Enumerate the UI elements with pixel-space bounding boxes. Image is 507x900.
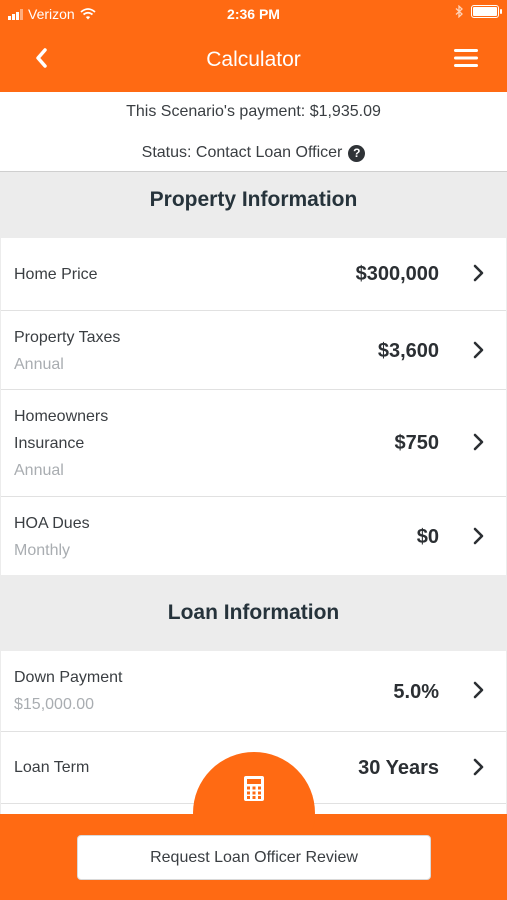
status-bar: Verizon 2:36 PM	[0, 0, 507, 28]
request-review-button[interactable]: Request Loan Officer Review	[77, 835, 431, 880]
help-icon[interactable]: ?	[348, 144, 366, 162]
page-title: Calculator	[206, 48, 301, 71]
loan-section-heading: Loan Information	[167, 601, 340, 624]
row-sublabel: Annual	[14, 356, 64, 373]
row-value: 30 Years	[358, 757, 439, 779]
loan-status-text: Status: Contact Loan Officer	[141, 144, 343, 161]
row-value: $300,000	[355, 263, 439, 285]
chevron-right-icon	[473, 264, 484, 282]
row-label: Loan Term	[14, 759, 90, 776]
chevron-right-icon	[473, 758, 484, 776]
chevron-right-icon	[473, 433, 484, 451]
row-label: Home Price	[14, 266, 98, 283]
row-value: 5.0%	[393, 681, 439, 703]
nav-bar: Calculator	[0, 28, 507, 92]
property-section-heading: Property Information	[149, 188, 358, 211]
row-sublabel: Monthly	[14, 542, 71, 559]
property-card: Home Price $300,000 Property Taxes Annua…	[1, 238, 506, 575]
row-homeowners-insurance[interactable]: Homeowners Insurance Annual $750	[1, 389, 506, 496]
row-label: HOA Dues	[14, 515, 90, 532]
row-property-taxes[interactable]: Property Taxes Annual $3,600	[1, 310, 506, 389]
row-value: $3,600	[377, 340, 439, 362]
menu-icon[interactable]	[453, 47, 479, 69]
calculator-icon	[244, 776, 264, 801]
row-value: $750	[394, 432, 440, 454]
row-value: $0	[416, 526, 439, 548]
row-down-payment[interactable]: Down Payment $15,000.00 5.0%	[1, 651, 506, 731]
clock: 2:36 PM	[227, 6, 280, 22]
payment-summary: This Scenario's payment: $1,935.09 Statu…	[0, 92, 507, 172]
row-label-continued: Insurance	[14, 435, 85, 452]
row-label: Homeowners	[14, 408, 109, 425]
row-sublabel: $15,000.00	[14, 696, 95, 713]
row-label: Property Taxes	[14, 329, 121, 346]
chevron-right-icon	[473, 341, 484, 359]
loan-status: Status: Contact Loan Officer ?	[0, 144, 507, 162]
row-sublabel: Annual	[14, 462, 64, 479]
scenario-payment: This Scenario's payment: $1,935.09	[126, 103, 381, 120]
bluetooth-icon	[455, 5, 463, 18]
battery-icon	[471, 5, 502, 18]
chevron-right-icon	[473, 681, 484, 699]
app-header: Verizon 2:36 PM Calculator	[0, 0, 507, 92]
row-hoa-dues[interactable]: HOA Dues Monthly $0	[1, 496, 506, 575]
chevron-right-icon	[473, 527, 484, 545]
row-home-price[interactable]: Home Price $300,000	[1, 238, 506, 310]
row-label: Down Payment	[14, 669, 123, 686]
